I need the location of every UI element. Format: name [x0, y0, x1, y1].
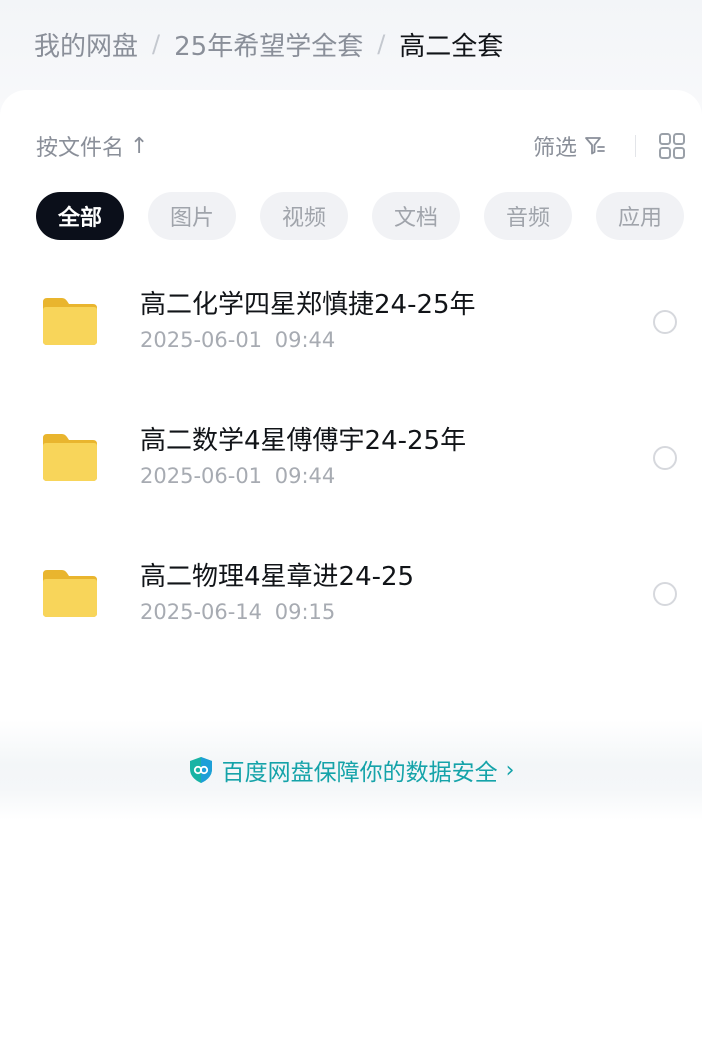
category-tabs: 全部 图片 视频 文档 音频 应用	[36, 192, 684, 240]
file-name: 高二数学4星傅傅宇24-25年	[140, 426, 467, 456]
tab-all[interactable]: 全部	[36, 192, 124, 240]
file-date: 2025-06-01 09:44	[140, 328, 336, 352]
file-name: 高二物理4星章进24-25	[140, 562, 415, 592]
tab-videos[interactable]: 视频	[260, 192, 348, 240]
file-name: 高二化学四星郑慎捷24-25年	[140, 290, 476, 320]
tab-apps[interactable]: 应用	[596, 192, 684, 240]
tab-images[interactable]: 图片	[148, 192, 236, 240]
list-item[interactable]: 高二数学4星傅傅宇24-25年 2025-06-01 09:44	[0, 402, 702, 512]
shield-icon	[189, 757, 212, 783]
filter-label: 筛选	[532, 136, 577, 161]
filter-button[interactable]: 筛选	[533, 130, 607, 162]
select-radio[interactable]	[653, 446, 677, 470]
select-radio[interactable]	[653, 582, 677, 606]
file-date: 2025-06-01 09:44	[140, 464, 336, 488]
breadcrumb-separator: /	[377, 30, 386, 58]
security-text: 百度网盘保障你的数据安全	[221, 760, 498, 786]
security-link[interactable]: 百度网盘保障你的数据安全 ›	[0, 752, 702, 788]
folder-icon	[43, 298, 97, 345]
select-radio[interactable]	[653, 310, 677, 334]
tab-documents[interactable]: 文档	[372, 192, 460, 240]
breadcrumb-separator: /	[152, 30, 161, 58]
breadcrumb-item-current: 高二全套	[399, 31, 504, 62]
grid-view-icon[interactable]	[658, 132, 686, 160]
file-date: 2025-06-14 09:15	[140, 600, 336, 624]
list-item[interactable]: 高二物理4星章进24-25 2025-06-14 09:15	[0, 538, 702, 648]
toolbar-divider	[635, 135, 636, 157]
folder-icon	[43, 570, 97, 617]
filter-icon	[585, 137, 605, 155]
breadcrumb-item-parent[interactable]: 25年希望学全套	[174, 26, 363, 63]
chevron-right-icon: ›	[505, 757, 515, 783]
tab-audio[interactable]: 音频	[484, 192, 572, 240]
folder-icon	[43, 434, 97, 481]
breadcrumb-item-root[interactable]: 我的网盘	[34, 26, 138, 63]
sort-button[interactable]: 按文件名 ↑	[36, 130, 148, 162]
sort-label: 按文件名	[36, 136, 125, 161]
toolbar: 按文件名 ↑ 筛选	[36, 126, 686, 166]
breadcrumb: 我的网盘 / 25年希望学全套 / 高二全套	[34, 22, 503, 66]
list-item[interactable]: 高二化学四星郑慎捷24-25年 2025-06-01 09:44	[0, 266, 702, 376]
sort-arrow-icon: ↑	[130, 133, 149, 159]
